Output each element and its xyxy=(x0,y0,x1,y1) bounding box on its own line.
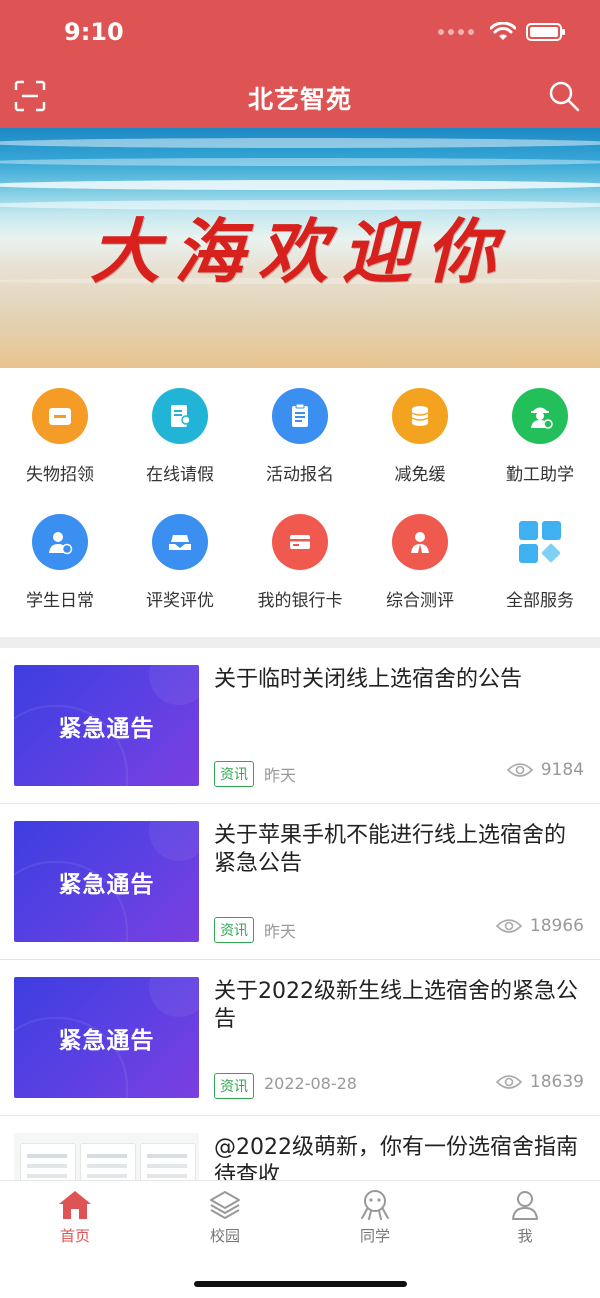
eye-icon xyxy=(506,763,533,777)
eye-icon xyxy=(495,919,522,933)
view-count: 9184 xyxy=(506,760,584,780)
news-list: 紧急通告 关于临时关闭线上选宿舍的公告 资讯 昨天 9184 紧急通告 关于苹果… xyxy=(0,648,600,1180)
thumbnail-text: 紧急通告 xyxy=(58,871,155,898)
home-indicator xyxy=(194,1281,407,1287)
category-tag: 资讯 xyxy=(214,917,254,943)
service-leave-request[interactable]: 在线请假 xyxy=(120,378,240,504)
service-student-daily[interactable]: 学生日常 xyxy=(0,504,120,624)
service-evaluation[interactable]: 综合测评 xyxy=(360,504,480,624)
category-tag: 资讯 xyxy=(214,761,254,787)
service-work-study[interactable]: 勤工助学 xyxy=(480,378,600,504)
service-label: 全部服务 xyxy=(506,591,574,611)
service-all[interactable]: 全部服务 xyxy=(480,504,600,624)
tab-profile[interactable]: 我 xyxy=(450,1181,600,1253)
battery-icon xyxy=(526,23,565,41)
news-date: 2022-08-28 xyxy=(264,1074,357,1093)
work-study-icon xyxy=(512,388,568,444)
news-thumbnail: 紧急通告 xyxy=(14,977,199,1098)
leave-request-icon xyxy=(152,388,208,444)
eye-icon xyxy=(495,1075,522,1089)
lost-found-icon xyxy=(32,388,88,444)
award-icon xyxy=(152,514,208,570)
view-count: 18639 xyxy=(495,1072,584,1092)
activity-signup-icon xyxy=(272,388,328,444)
service-activity-signup[interactable]: 活动报名 xyxy=(240,378,360,504)
wifi-icon xyxy=(490,22,516,40)
service-grid: 失物招领 在线请假 活动报名 减免缓 勤工助学 学生日常 评奖评优 我的银行卡 … xyxy=(0,378,600,624)
view-count: 18966 xyxy=(495,916,584,936)
service-label: 减免缓 xyxy=(394,465,446,485)
news-title: 关于临时关闭线上选宿舍的公告 xyxy=(214,667,523,692)
service-label: 失物招领 xyxy=(26,465,94,485)
news-title: @2022级萌新，你有一份选宿舍指南待查收 xyxy=(214,1135,578,1180)
news-thumbnail: 紧急通告 xyxy=(14,821,199,942)
service-bank-card[interactable]: 我的银行卡 xyxy=(240,504,360,624)
service-label: 活动报名 xyxy=(266,465,334,485)
student-daily-icon xyxy=(32,514,88,570)
home-icon xyxy=(59,1191,91,1219)
view-count-value: 18966 xyxy=(529,916,584,936)
service-label: 勤工助学 xyxy=(506,465,574,485)
service-label: 我的银行卡 xyxy=(257,591,343,611)
thumbnail-text: 紧急通告 xyxy=(58,1027,155,1054)
service-lost-found[interactable]: 失物招领 xyxy=(0,378,120,504)
page-title: 北艺智苑 xyxy=(247,85,352,114)
view-count-value: 9184 xyxy=(540,760,584,780)
status-time: 9:10 xyxy=(64,18,124,46)
tab-classmates[interactable]: 同学 xyxy=(300,1181,450,1253)
news-title: 关于2022级新生线上选宿舍的紧急公告 xyxy=(214,979,578,1032)
news-item[interactable]: 紧急通告 关于2022级新生线上选宿舍的紧急公告 资讯 2022-08-28 1… xyxy=(0,960,600,1116)
app-header: 9:10 北艺智苑 xyxy=(0,0,600,128)
tab-home[interactable]: 首页 xyxy=(0,1181,150,1253)
service-award[interactable]: 评奖评优 xyxy=(120,504,240,624)
section-divider xyxy=(0,637,600,648)
banner-text: 大海欢迎你 xyxy=(90,210,510,293)
news-thumbnail: 紧急通告 xyxy=(14,665,199,786)
all-services-icon xyxy=(512,514,568,570)
classmates-icon xyxy=(361,1190,389,1220)
news-date: 昨天 xyxy=(264,922,297,941)
cellular-signal-icon xyxy=(438,29,474,35)
profile-icon xyxy=(512,1191,538,1220)
search-icon[interactable] xyxy=(548,80,580,112)
status-indicators xyxy=(438,22,565,42)
tab-label: 校园 xyxy=(209,1227,240,1245)
service-label: 在线请假 xyxy=(146,465,214,485)
service-label: 综合测评 xyxy=(386,591,454,611)
news-thumbnail-screenshots xyxy=(14,1133,199,1180)
news-date: 昨天 xyxy=(264,766,297,785)
bottom-tab-bar: 首页 校园 同学 我 xyxy=(0,1180,600,1298)
thumbnail-text: 紧急通告 xyxy=(58,715,155,742)
tab-label: 同学 xyxy=(359,1227,390,1245)
tab-label: 我 xyxy=(517,1227,533,1245)
campus-layers-icon xyxy=(210,1191,240,1219)
bank-card-icon xyxy=(272,514,328,570)
evaluation-icon xyxy=(392,514,448,570)
tab-label: 首页 xyxy=(59,1227,90,1245)
view-count-value: 18639 xyxy=(529,1072,584,1092)
category-tag: 资讯 xyxy=(214,1073,254,1099)
news-item[interactable]: 紧急通告 关于苹果手机不能进行线上选宿舍的紧急公告 资讯 昨天 18966 xyxy=(0,804,600,960)
service-label: 评奖评优 xyxy=(146,591,214,611)
news-title: 关于苹果手机不能进行线上选宿舍的紧急公告 xyxy=(214,823,567,876)
fee-reduction-icon xyxy=(392,388,448,444)
home-banner[interactable]: 大海欢迎你 xyxy=(0,128,600,368)
tab-campus[interactable]: 校园 xyxy=(150,1181,300,1253)
news-item[interactable]: @2022级萌新，你有一份选宿舍指南待查收 xyxy=(0,1116,600,1180)
service-fee-reduction[interactable]: 减免缓 xyxy=(360,378,480,504)
service-label: 学生日常 xyxy=(26,591,94,611)
news-item[interactable]: 紧急通告 关于临时关闭线上选宿舍的公告 资讯 昨天 9184 xyxy=(0,648,600,804)
